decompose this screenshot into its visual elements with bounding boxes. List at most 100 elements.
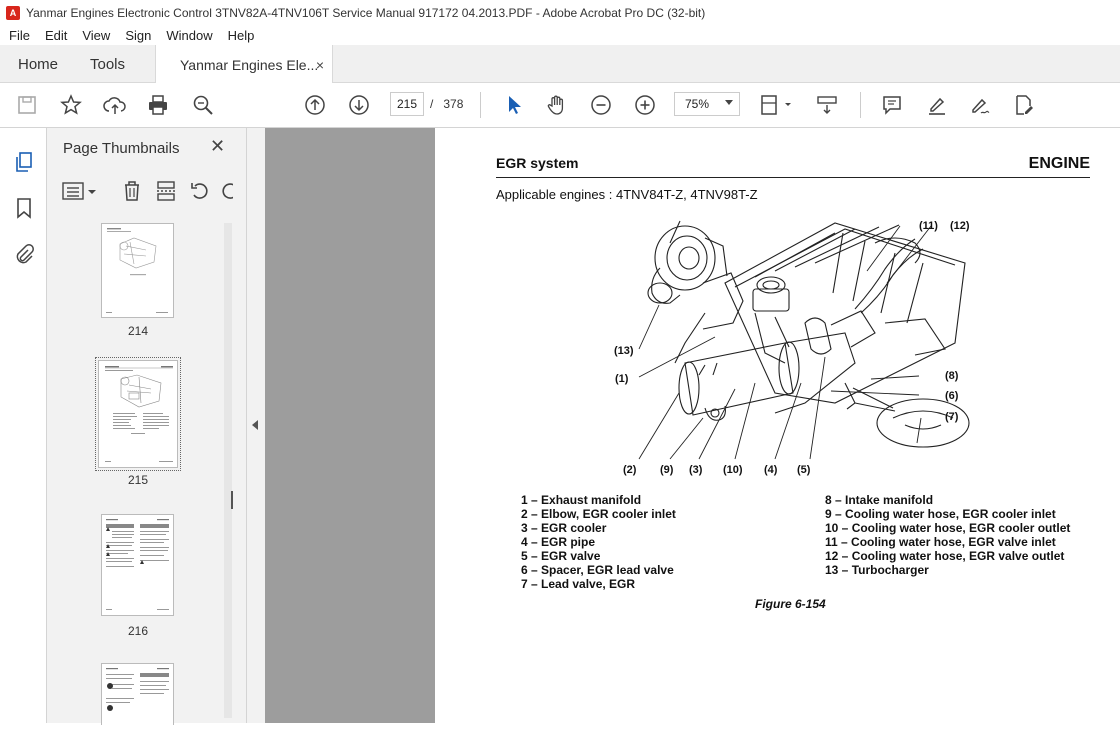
page-section-title: EGR system [496,155,578,171]
comment-icon[interactable] [880,93,904,117]
thumbnail-scrollbar[interactable] [224,223,232,718]
menu-help[interactable]: Help [219,28,261,43]
upload-cloud-icon[interactable] [103,93,127,117]
options-menu-icon[interactable] [61,180,99,207]
legend-item: 5 – EGR valve [521,549,676,563]
zoom-select[interactable]: 75% [674,92,740,116]
menu-file[interactable]: File [0,28,36,43]
bookmark-icon[interactable] [12,196,36,220]
legend-item: 11 – Cooling water hose, EGR valve inlet [825,535,1070,549]
scroll-mode-icon[interactable] [815,93,839,117]
tab-home[interactable]: Home [18,45,58,83]
select-cursor-icon[interactable] [502,93,526,117]
thumbnail-page-216[interactable] [101,514,174,616]
page-number-input[interactable]: 215 [390,92,424,116]
edit-pdf-icon[interactable] [1012,93,1036,117]
rotate-icon[interactable] [189,180,211,207]
page-fit-icon[interactable] [758,93,794,117]
tab-tools[interactable]: Tools [90,45,125,83]
window-title: Yanmar Engines Electronic Control 3TNV82… [26,6,705,20]
toolbar-separator [480,92,481,118]
callout-7: (7) [945,411,958,423]
legend-item: 7 – Lead valve, EGR [521,577,676,591]
thumbnail-page-217[interactable] [101,663,174,725]
search-zoom-icon[interactable] [191,93,215,117]
left-rail [0,128,47,723]
close-tab-icon[interactable]: × [316,57,324,73]
menu-bar: File Edit View Sign Window Help [0,25,1120,45]
callout-3: (3) [689,464,702,476]
total-pages: 378 [443,97,463,111]
tab-document[interactable]: Yanmar Engines Ele... × [155,45,333,84]
page-thumbnails-icon[interactable] [12,150,36,174]
save-icon[interactable] [15,93,39,117]
zoom-out-icon[interactable] [589,93,613,117]
panel-resize-grip[interactable] [231,491,233,509]
close-panel-icon[interactable]: ✕ [210,136,225,157]
callout-9: (9) [660,464,673,476]
thumbnail-panel: Page Thumbnails ✕ [47,128,247,723]
thumbnail-label-214: 214 [93,324,183,338]
toolbar-separator [860,92,861,118]
callout-2: (2) [623,464,636,476]
page-total: / 378 [430,97,463,111]
panel-collapse-handle[interactable] [247,128,265,723]
zoom-value: 75% [685,97,709,111]
callout-12: (12) [950,220,970,232]
applicable-engines: Applicable engines : 4TNV84T-Z, 4TNV98T-… [496,187,758,202]
title-bar: A Yanmar Engines Electronic Control 3TNV… [0,0,1120,25]
bookmark-star-icon[interactable] [59,93,83,117]
thumbnail-page-215[interactable] [98,360,178,468]
legend-item: 3 – EGR cooler [521,521,676,535]
pdf-page: EGR system ENGINE Applicable engines : 4… [435,128,1120,723]
document-viewer[interactable]: EGR system ENGINE Applicable engines : 4… [265,128,1120,723]
callout-4: (4) [764,464,777,476]
attachment-icon[interactable] [12,242,36,266]
legend-item: 2 – Elbow, EGR cooler inlet [521,507,676,521]
delete-page-icon[interactable] [121,180,143,207]
previous-page-icon[interactable] [303,93,327,117]
main-toolbar [0,83,1120,128]
chevron-down-icon [725,100,733,105]
callout-11: (11) [919,220,938,232]
chevron-left-icon [252,420,258,430]
callout-13: (13) [614,345,634,357]
menu-edit[interactable]: Edit [36,28,73,43]
thumbnail-toolbar [57,174,237,208]
legend-item: 9 – Cooling water hose, EGR cooler inlet [825,507,1070,521]
next-page-icon[interactable] [347,93,371,117]
legend-right: 8 – Intake manifold 9 – Cooling water ho… [825,493,1070,577]
figure-caption: Figure 6-154 [755,597,826,611]
thumbnail-label-216: 216 [93,624,183,638]
legend-item: 8 – Intake manifold [825,493,1070,507]
page-chapter-title: ENGINE [1029,155,1090,173]
header-rule [496,177,1090,178]
hand-tool-icon[interactable] [545,93,569,117]
sign-pen-icon[interactable] [968,93,992,117]
print-icon[interactable] [146,93,170,117]
callout-6: (6) [945,390,958,402]
legend-item: 4 – EGR pipe [521,535,676,549]
legend-item: 1 – Exhaust manifold [521,493,676,507]
menu-view[interactable]: View [73,28,116,43]
engine-diagram [605,213,975,483]
legend-left: 1 – Exhaust manifold 2 – Elbow, EGR cool… [521,493,676,591]
tab-document-label: Yanmar Engines Ele... [180,57,318,73]
highlight-pen-icon[interactable] [925,93,949,117]
extract-pages-icon[interactable] [155,180,177,207]
callout-10: (10) [723,464,743,476]
thumbnail-page-214[interactable] [101,223,174,318]
thumbnail-label-215: 215 [93,473,183,487]
pdf-icon: A [6,6,20,20]
legend-item: 13 – Turbocharger [825,563,1070,577]
menu-sign[interactable]: Sign [116,28,157,43]
legend-item: 10 – Cooling water hose, EGR cooler outl… [825,521,1070,535]
callout-5: (5) [797,464,810,476]
tab-bar: Home Tools Yanmar Engines Ele... × [0,45,1120,83]
callout-8: (8) [945,370,958,382]
zoom-in-icon[interactable] [633,93,657,117]
rotate-clockwise-icon[interactable] [219,180,233,207]
page-separator: / [430,97,433,111]
menu-window[interactable]: Window [157,28,218,43]
panel-title: Page Thumbnails [63,140,179,157]
